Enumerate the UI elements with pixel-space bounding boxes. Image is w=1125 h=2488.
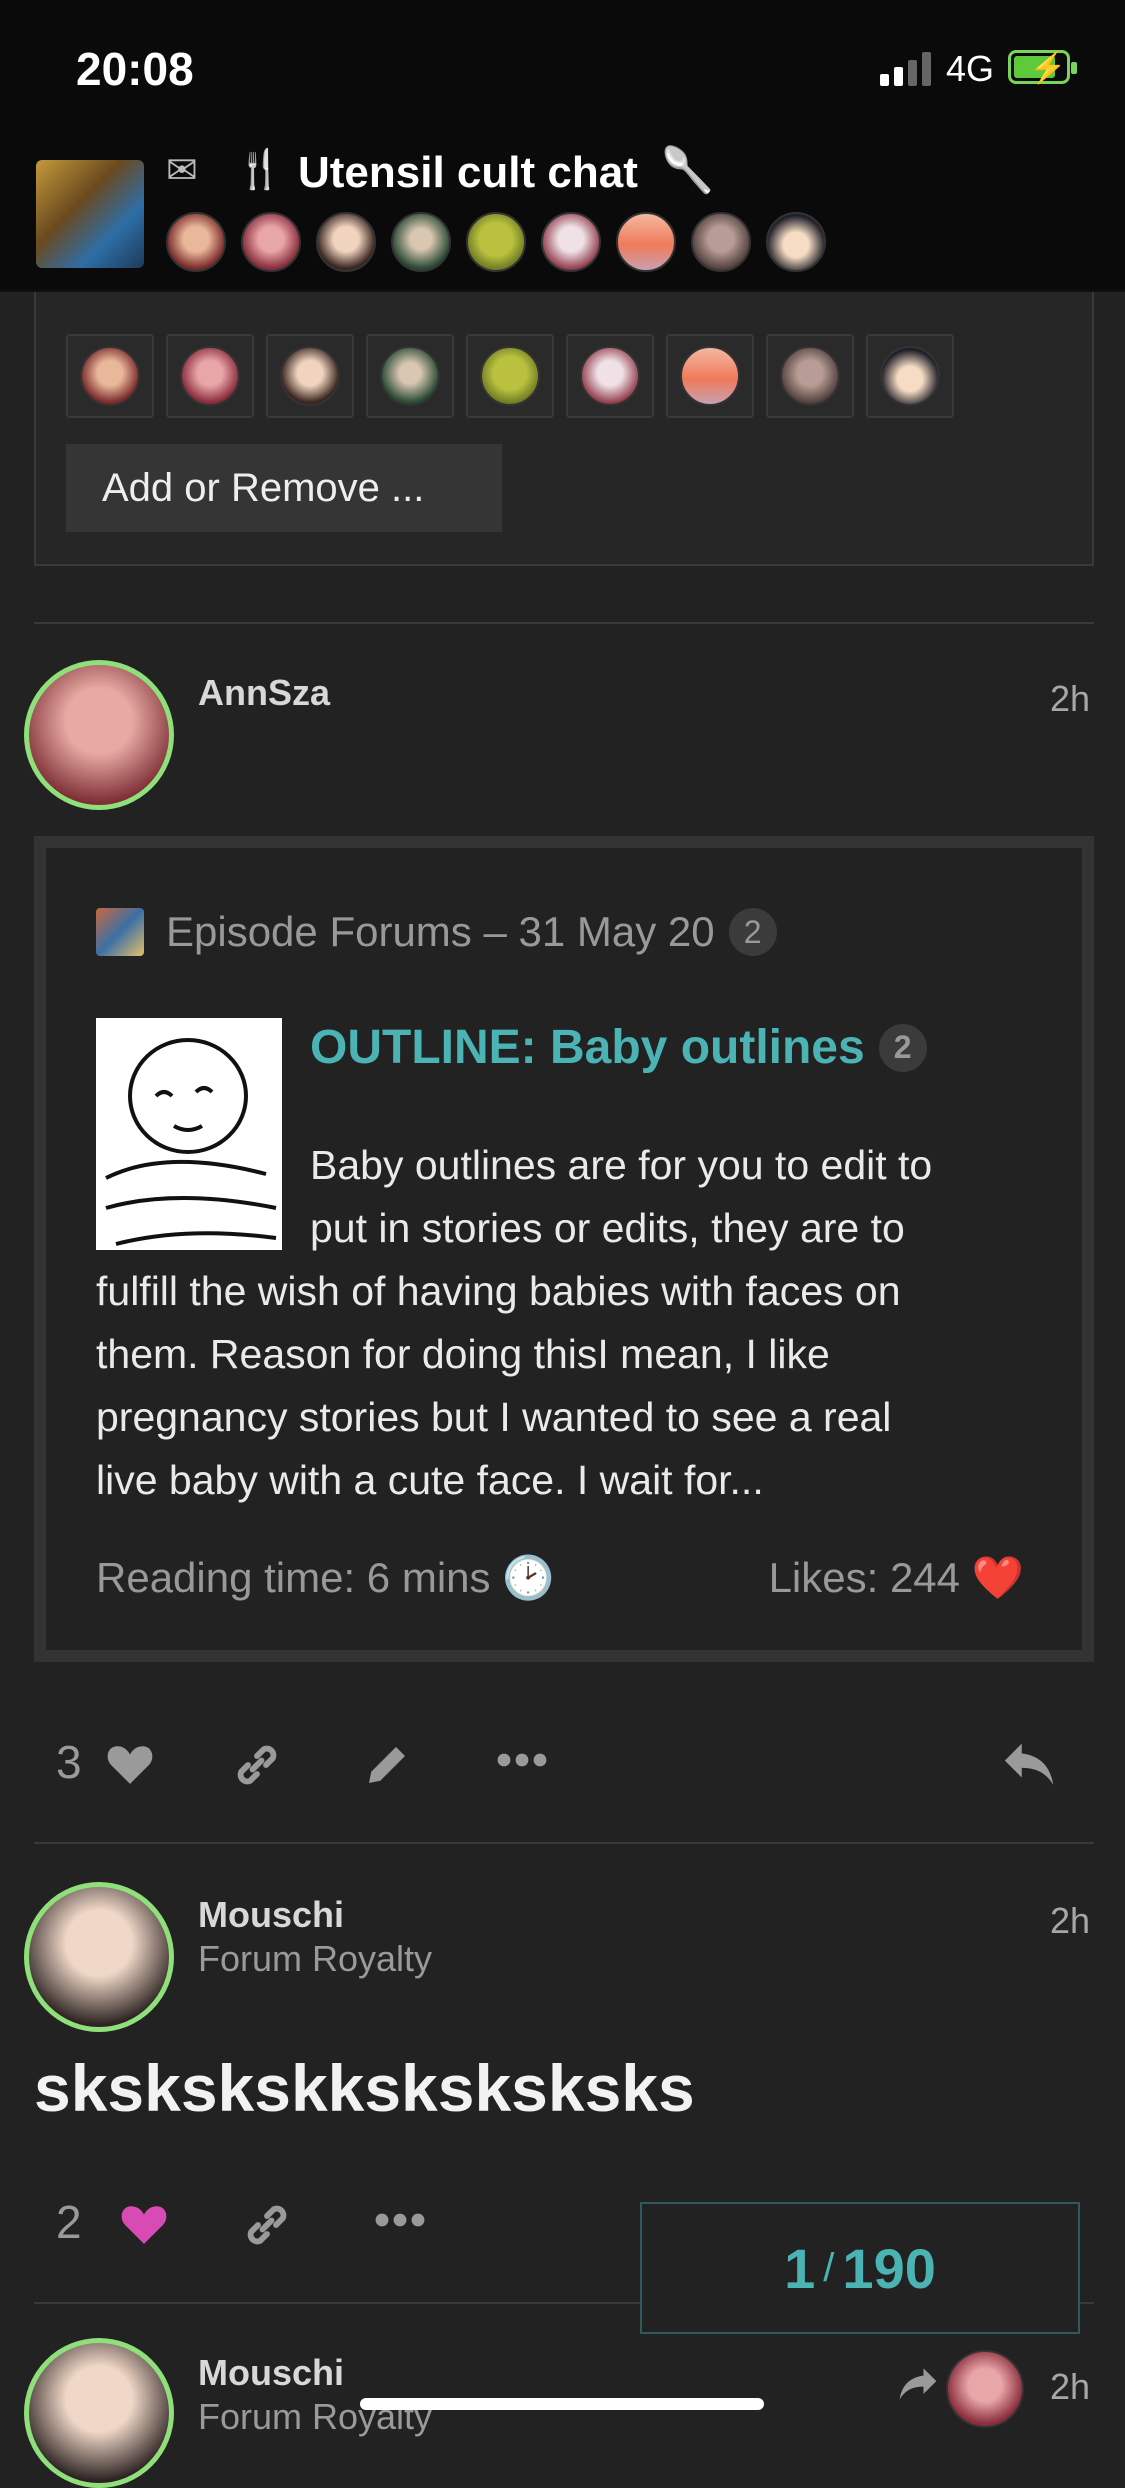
post-body: sksksksk​ksksksksks (34, 2051, 695, 2125)
participants-panel: Add or Remove ... (34, 292, 1094, 566)
participant[interactable] (266, 334, 354, 418)
participant-avatars (166, 212, 826, 272)
more-icon[interactable] (496, 1750, 548, 1770)
divider (34, 622, 1094, 624)
chat-title[interactable]: Utensil cult chat (298, 148, 638, 198)
progress-total: 190 (842, 2236, 936, 2300)
avatar[interactable] (391, 212, 451, 272)
like-count[interactable]: 3 (56, 1735, 82, 1789)
post-actions: 3 (34, 1722, 1094, 1802)
envelope-icon: ✉ (166, 150, 198, 192)
link-icon[interactable] (230, 1738, 284, 1792)
heart-icon[interactable] (118, 2200, 170, 2246)
participant[interactable] (466, 334, 554, 418)
group-avatar[interactable] (36, 160, 144, 268)
link-icon[interactable] (240, 2198, 294, 2252)
avatar[interactable] (24, 1882, 174, 2032)
excerpt-line: pregnancy stories but I wanted to see a … (96, 1394, 892, 1440)
divider (34, 1842, 1094, 1844)
share-arrow-icon (899, 2368, 937, 2400)
excerpt-line: Baby outlines are for you to edit to (310, 1142, 933, 1188)
onebox-source[interactable]: Episode Forums – 31 May 20 2 (96, 908, 777, 956)
avatar[interactable] (166, 212, 226, 272)
home-indicator[interactable] (360, 2398, 764, 2410)
heart-icon: ❤️ (971, 1554, 1024, 1601)
progress-current: 1 (784, 2236, 816, 2300)
post-count-badge: 2 (878, 1023, 927, 1072)
post-username[interactable]: Mouschi (198, 1894, 344, 1936)
avatar[interactable] (316, 212, 376, 272)
onebox-excerpt: Baby outlines are for you to edit to put… (96, 1134, 1056, 1512)
participant[interactable] (166, 334, 254, 418)
chat-header[interactable]: ✉ 🍴 Utensil cult chat 🥄 (0, 130, 1125, 292)
participant[interactable] (366, 334, 454, 418)
post-username[interactable]: Mouschi (198, 2352, 344, 2394)
site-favicon (96, 908, 144, 956)
more-icon[interactable] (374, 2210, 426, 2230)
avatar[interactable] (616, 212, 676, 272)
avatar[interactable] (24, 660, 174, 810)
avatar[interactable] (691, 212, 751, 272)
battery-icon: ⚡ (1008, 50, 1077, 85)
avatar[interactable] (466, 212, 526, 272)
reply-icon[interactable] (1000, 1738, 1058, 1788)
excerpt-line: fulfill the wish of having babies with f… (96, 1268, 901, 1314)
post-age[interactable]: 2h (1050, 1900, 1090, 1942)
like-count[interactable]: 2 (56, 2195, 82, 2249)
reply-to-avatar[interactable] (946, 2350, 1024, 2428)
user-title: Forum Royalty (198, 1938, 433, 1979)
avatar[interactable] (24, 2338, 174, 2488)
participant[interactable] (866, 334, 954, 418)
clock-icon: 🕑 (502, 1554, 555, 1601)
spoon-icon: 🥄 (660, 146, 715, 195)
status-time: 20:08 (76, 43, 194, 95)
reading-time: Reading time: 6 mins 🕑 (96, 1554, 555, 1601)
participant[interactable] (566, 334, 654, 418)
avatar[interactable] (766, 212, 826, 272)
status-bar: 20:08 4G ⚡ (0, 0, 1125, 130)
post-username[interactable]: AnnSza (198, 672, 330, 714)
likes-count: Likes: 244 ❤️ (768, 1554, 1024, 1601)
network-type: 4G (946, 48, 995, 89)
participant[interactable] (766, 334, 854, 418)
fork-knife-icon: 🍴 (236, 149, 284, 191)
excerpt-line: live baby with a cute face. I wait for..… (96, 1457, 764, 1503)
onebox-source-label: Episode Forums – 31 May 20 (166, 908, 715, 955)
link-onebox[interactable]: Episode Forums – 31 May 20 2 OUTLINE: Ba… (34, 836, 1094, 1662)
onebox-title[interactable]: OUTLINE: Baby outlines 2 (310, 1020, 927, 1075)
heart-icon[interactable] (104, 1740, 156, 1786)
edit-icon[interactable] (360, 1738, 414, 1792)
signal-icon (880, 52, 931, 86)
reply-count-badge: 2 (728, 908, 777, 956)
onebox-title-text[interactable]: OUTLINE: Baby outlines (310, 1020, 865, 1075)
excerpt-line: put in stories or edits, they are to (310, 1205, 905, 1251)
add-remove-button[interactable]: Add or Remove ... (66, 444, 502, 532)
post-age[interactable]: 2h (1050, 678, 1090, 720)
post-age[interactable]: 2h (1050, 2366, 1090, 2408)
avatar[interactable] (541, 212, 601, 272)
onebox-meta: Reading time: 6 mins 🕑 Likes: 244 ❤️ (96, 1554, 1024, 1603)
excerpt-line: them. Reason for doing thisI mean, I lik… (96, 1331, 830, 1377)
topic-progress[interactable]: 1 / 190 (640, 2202, 1080, 2334)
participant[interactable] (666, 334, 754, 418)
participant[interactable] (66, 334, 154, 418)
avatar[interactable] (241, 212, 301, 272)
